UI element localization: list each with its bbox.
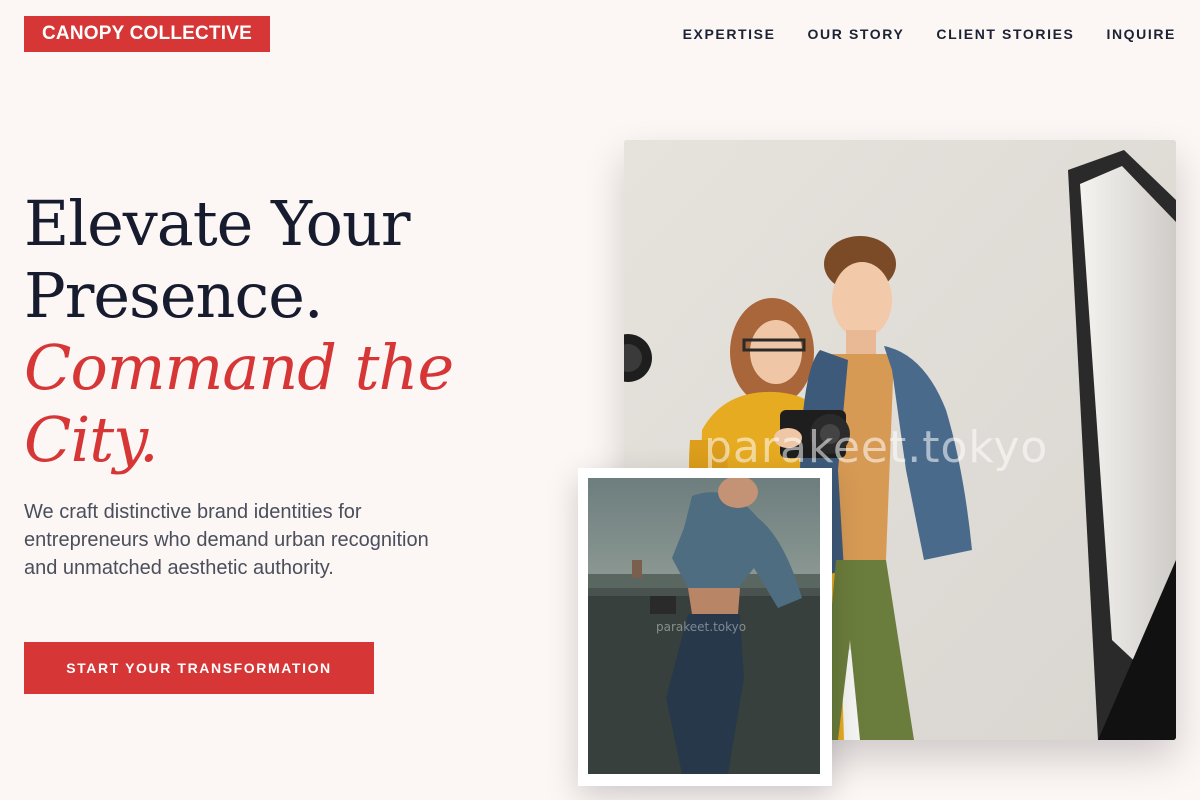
brand-logo[interactable]: CANOPY COLLECTIVE: [24, 16, 270, 52]
main-nav: EXPERTISE OUR STORY CLIENT STORIES INQUI…: [683, 24, 1176, 44]
nav-item-inquire[interactable]: INQUIRE: [1106, 26, 1176, 42]
inset-photo-frame: parakeet.tokyo: [578, 468, 832, 786]
hero-title-line: Elevate Your: [24, 187, 411, 260]
hero-title-accent: City.: [24, 403, 159, 476]
nav-item-expertise[interactable]: EXPERTISE: [683, 26, 776, 42]
start-transformation-button[interactable]: START YOUR TRANSFORMATION: [24, 642, 374, 694]
nav-item-our-story[interactable]: OUR STORY: [808, 26, 905, 42]
photo-watermark: parakeet.tokyo: [656, 620, 747, 634]
photo-watermark: parakeet.tokyo: [704, 422, 1049, 473]
hero-title-line: Presence.: [24, 259, 324, 332]
hero-title: Elevate Your Presence. Command the City.: [24, 188, 544, 476]
nav-item-client-stories[interactable]: CLIENT STORIES: [936, 26, 1074, 42]
hero-title-accent: Command the: [24, 331, 454, 404]
hero-subtitle: We craft distinctive brand identities fo…: [24, 501, 429, 579]
landing-page: CANOPY COLLECTIVE EXPERTISE OUR STORY CL…: [0, 0, 1200, 800]
inset-photo-denim: parakeet.tokyo: [588, 478, 820, 774]
